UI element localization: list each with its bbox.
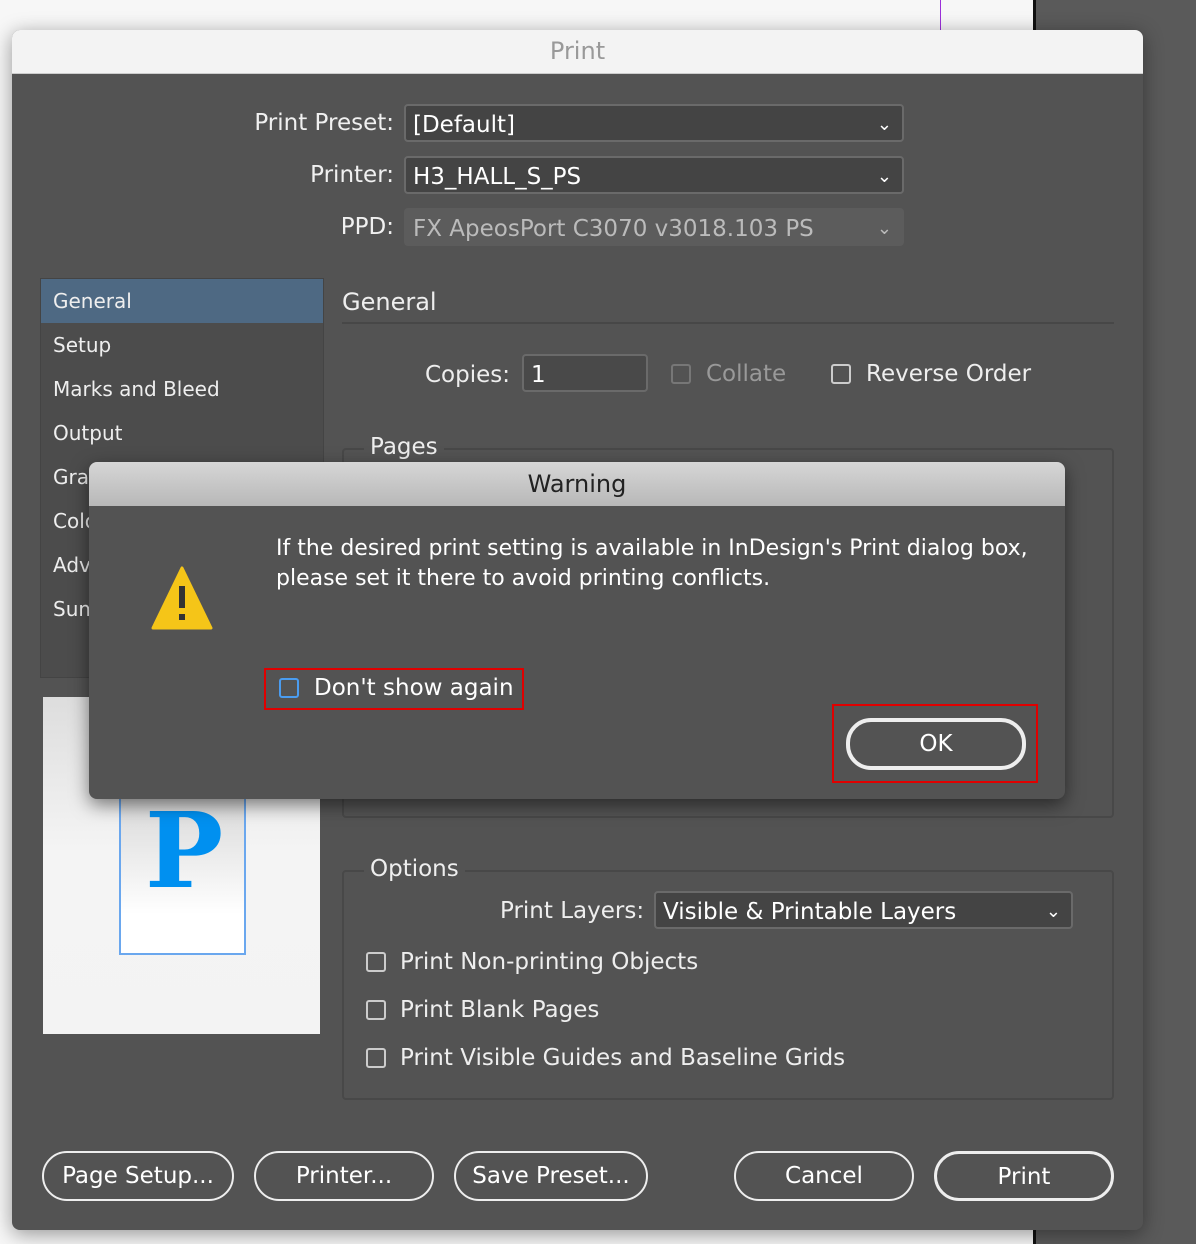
chevron-down-icon: ⌄ xyxy=(876,166,892,187)
guide-line xyxy=(940,0,941,30)
section-title: General xyxy=(342,288,437,316)
print-layers-label: Print Layers: xyxy=(500,898,645,924)
print-button[interactable]: Print xyxy=(934,1151,1114,1201)
warning-title: Warning xyxy=(89,462,1065,506)
reverse-order-label: Reverse Order xyxy=(866,361,1032,387)
page-setup-button[interactable]: Page Setup... xyxy=(42,1151,234,1201)
print-guides-label: Print Visible Guides and Baseline Grids xyxy=(400,1045,846,1071)
dont-show-again-checkbox[interactable] xyxy=(279,678,299,698)
print-preset-value: [Default] xyxy=(413,112,515,138)
chevron-down-icon: ⌄ xyxy=(876,218,892,239)
dont-show-again-label: Don't show again xyxy=(314,675,514,701)
sidebar-item-marks-and-bleed[interactable]: Marks and Bleed xyxy=(41,367,323,411)
print-layers-value: Visible & Printable Layers xyxy=(663,899,957,925)
copies-label: Copies: xyxy=(425,362,511,388)
print-preset-select[interactable]: [Default] ⌄ xyxy=(404,104,904,142)
collate-checkbox xyxy=(671,364,691,384)
print-non-printing-label: Print Non-printing Objects xyxy=(400,949,699,975)
printer-button[interactable]: Printer... xyxy=(254,1151,434,1201)
collate-label: Collate xyxy=(706,361,787,387)
options-group-title: Options xyxy=(364,856,465,882)
warning-triangle-icon xyxy=(151,566,213,630)
ppd-value: FX ApeosPort C3070 v3018.103 PS xyxy=(413,216,814,242)
printer-value: H3_HALL_S_PS xyxy=(413,164,582,190)
ok-highlight: OK xyxy=(832,704,1038,783)
sidebar-item-setup[interactable]: Setup xyxy=(41,323,323,367)
print-preset-label: Print Preset: xyxy=(254,110,394,136)
ok-button[interactable]: OK xyxy=(846,718,1026,770)
divider xyxy=(342,322,1114,324)
dialog-title: Print xyxy=(12,30,1143,74)
save-preset-button[interactable]: Save Preset... xyxy=(454,1151,648,1201)
cancel-button[interactable]: Cancel xyxy=(734,1151,914,1201)
dont-show-again-option[interactable]: Don't show again xyxy=(264,668,524,710)
ppd-select: FX ApeosPort C3070 v3018.103 PS ⌄ xyxy=(404,208,904,246)
print-blank-pages-checkbox[interactable] xyxy=(366,1000,386,1020)
warning-message: If the desired print setting is availabl… xyxy=(276,536,1028,591)
print-blank-pages-label: Print Blank Pages xyxy=(400,997,600,1023)
pages-group-title: Pages xyxy=(364,434,444,460)
ppd-label: PPD: xyxy=(340,214,394,240)
chevron-down-icon: ⌄ xyxy=(876,114,892,135)
chevron-down-icon: ⌄ xyxy=(1045,901,1061,922)
print-non-printing-checkbox[interactable] xyxy=(366,952,386,972)
print-guides-checkbox[interactable] xyxy=(366,1048,386,1068)
printer-label: Printer: xyxy=(310,162,394,188)
sidebar-item-output[interactable]: Output xyxy=(41,411,323,455)
warning-dialog: Warning If the desired print setting is … xyxy=(89,462,1065,799)
reverse-order-checkbox[interactable] xyxy=(831,364,851,384)
copies-input[interactable]: 1 xyxy=(522,354,648,392)
printer-select[interactable]: H3_HALL_S_PS ⌄ xyxy=(404,156,904,194)
sidebar-item-general[interactable]: General xyxy=(41,279,323,323)
print-layers-select[interactable]: Visible & Printable Layers ⌄ xyxy=(654,891,1073,929)
preview-glyph: P xyxy=(145,789,224,912)
